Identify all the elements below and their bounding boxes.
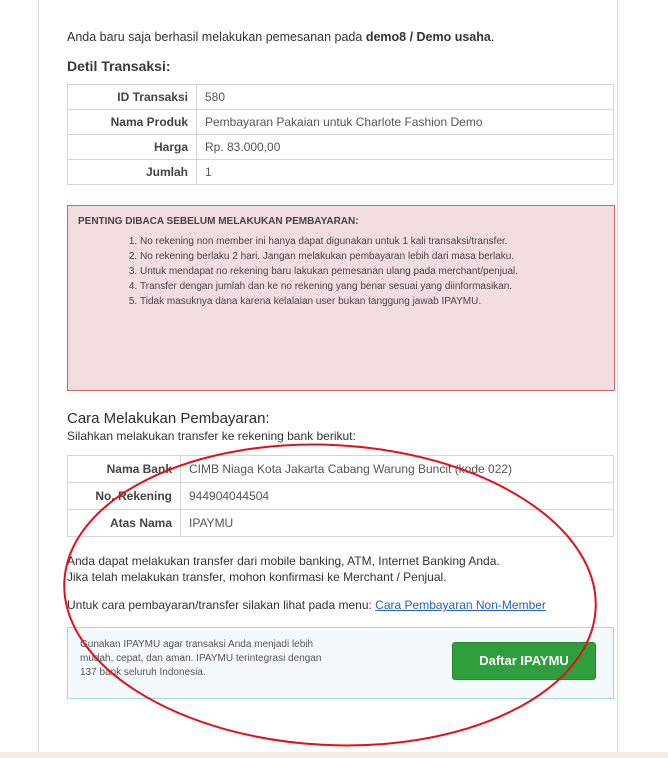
transaction-table: ID Transaksi 580 Nama Produk Pembayaran … [67, 84, 614, 185]
menu-hint-text: Untuk cara pembayaran/transfer silakan l… [67, 598, 376, 612]
intro-suffix: . [490, 30, 495, 44]
bank-table: Nama Bank CIMB Niaga Kota Jakarta Cabang… [67, 455, 614, 537]
table-cell-label: Harga [67, 134, 197, 160]
payment-guide-link[interactable]: Cara Pembayaran Non-Member [375, 598, 546, 612]
table-cell-label: No. Rekening [67, 482, 181, 510]
list-item-text: Untuk mendapat no rekening baru lakukan … [140, 266, 519, 277]
table-cell-value: 580 [196, 84, 614, 110]
table-cell-label: Jumlah [67, 159, 197, 185]
intro-text: Anda baru saja berhasil melakukan pemesa… [67, 30, 615, 44]
intro-merchant: demo8 / Demo usaha [365, 30, 491, 44]
menu-hint: Untuk cara pembayaran/transfer silakan l… [67, 597, 615, 613]
transfer-info-2: Jika telah melakukan transfer, mohon kon… [67, 570, 447, 584]
table-cell-value: IPAYMU [180, 509, 614, 537]
warning-list: No rekening non member ini hanya dapat d… [78, 235, 604, 309]
table-row: Nama Produk Pembayaran Pakaian untuk Cha… [67, 109, 614, 135]
table-cell-label: Nama Produk [67, 109, 197, 135]
table-row: Jumlah 1 [67, 159, 614, 185]
table-row: ID Transaksi 580 [67, 84, 614, 110]
intro-prefix: Anda baru saja berhasil melakukan pemesa… [67, 30, 366, 44]
page-frame: Anda baru saja berhasil melakukan pemesa… [38, 0, 618, 758]
list-item: Transfer dengan jumlah dan ke no rekenin… [140, 280, 604, 294]
table-cell-label: Atas Nama [67, 509, 181, 537]
detail-title: Detil Transaksi: [67, 58, 171, 74]
payment-subtitle: Silahkan melakukan transfer ke rekening … [67, 429, 356, 443]
list-item: Tidak masuknya dana karena kelalaian use… [140, 295, 604, 309]
list-item: Untuk mendapat no rekening baru lakukan … [140, 265, 604, 279]
promo-box: Gunakan IPAYMU agar transaksi Anda menja… [67, 627, 614, 699]
promo-text: Gunakan IPAYMU agar transaksi Anda menja… [80, 639, 322, 678]
table-cell-label: ID Transaksi [67, 84, 197, 110]
table-row: Nama Bank CIMB Niaga Kota Jakarta Cabang… [67, 455, 614, 483]
warning-title: PENTING DIBACA SEBELUM MELAKUKAN PEMBAYA… [78, 216, 359, 227]
list-item-text: Transfer dengan jumlah dan ke no rekenin… [140, 281, 513, 292]
list-item-text: No rekening non member ini hanya dapat d… [140, 236, 508, 247]
bottom-band [0, 752, 668, 758]
list-item-text: No rekening berlaku 2 hari. Jangan melak… [140, 251, 515, 262]
payment-title: Cara Melakukan Pembayaran: [67, 410, 270, 427]
table-row: No. Rekening 944904044504 [67, 482, 614, 510]
table-cell-value: 1 [196, 159, 614, 185]
table-cell-label: Nama Bank [67, 455, 181, 483]
register-button[interactable]: Daftar IPAYMU [452, 642, 596, 680]
table-row: Atas Nama IPAYMU [67, 509, 614, 537]
transfer-info-1: Anda dapat melakukan transfer dari mobil… [67, 554, 500, 568]
table-cell-value: CIMB Niaga Kota Jakarta Cabang Warung Bu… [180, 455, 614, 483]
page-content: Anda baru saja berhasil melakukan pemesa… [67, 30, 615, 699]
warning-box: PENTING DIBACA SEBELUM MELAKUKAN PEMBAYA… [67, 205, 615, 391]
table-row: Harga Rp. 83.000,00 [67, 134, 614, 160]
list-item: No rekening berlaku 2 hari. Jangan melak… [140, 250, 604, 264]
table-cell-value: Pembayaran Pakaian untuk Charlote Fashio… [196, 109, 614, 135]
table-cell-value: 944904044504 [180, 482, 614, 510]
list-item: No rekening non member ini hanya dapat d… [140, 235, 604, 249]
list-item-text: Tidak masuknya dana karena kelalaian use… [140, 296, 482, 307]
table-cell-value: Rp. 83.000,00 [196, 134, 614, 160]
